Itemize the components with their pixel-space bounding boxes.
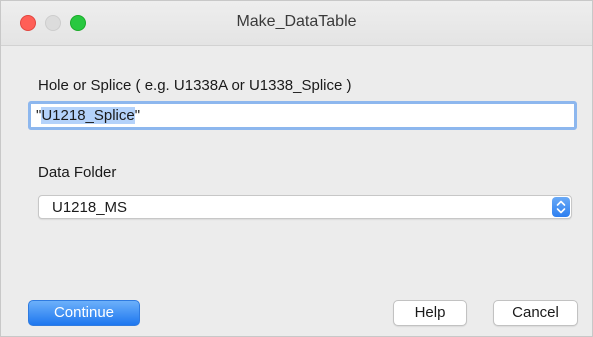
up-down-chevron-icon[interactable]: [552, 197, 570, 217]
continue-button[interactable]: Continue: [28, 300, 140, 326]
hole-or-splice-label: Hole or Splice ( e.g. U1338A or U1338_Sp…: [38, 77, 352, 94]
help-button[interactable]: Help: [393, 300, 467, 326]
dialog-window: Make_DataTable Hole or Splice ( e.g. U13…: [0, 0, 593, 337]
title-bar[interactable]: Make_DataTable: [1, 1, 592, 46]
hole-or-splice-input[interactable]: "U1218_Splice": [28, 101, 577, 130]
data-folder-selected-value: U1218_MS: [52, 199, 128, 216]
input-quote-close: ": [134, 107, 141, 124]
data-folder-popup[interactable]: U1218_MS: [38, 195, 572, 219]
input-selected-text: U1218_Splice: [41, 107, 135, 124]
data-folder-label: Data Folder: [38, 164, 117, 181]
cancel-button[interactable]: Cancel: [493, 300, 578, 326]
window-title: Make_DataTable: [236, 13, 357, 30]
